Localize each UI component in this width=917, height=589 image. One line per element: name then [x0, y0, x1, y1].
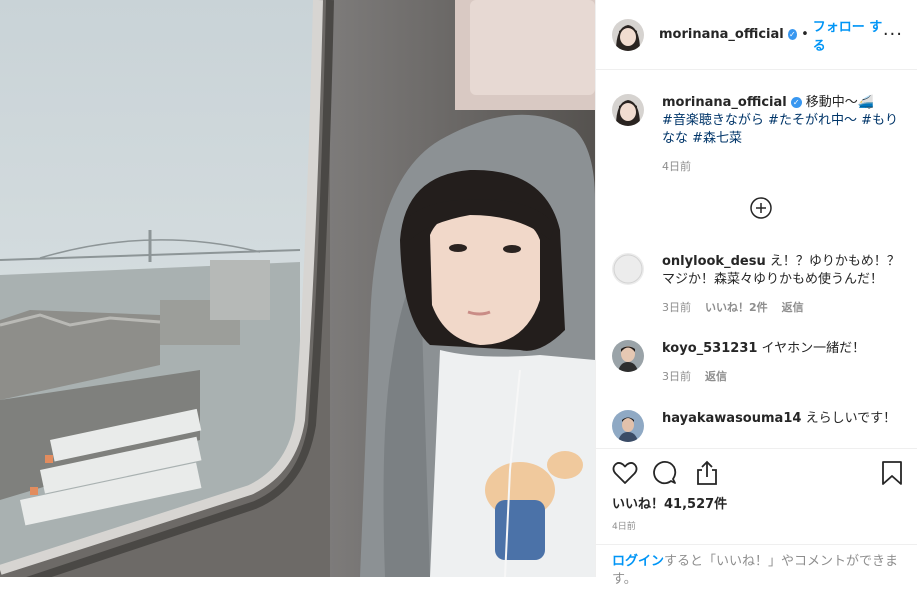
- comment-meta: 3日前 返信: [662, 368, 865, 384]
- caption-age[interactable]: 4日前: [662, 158, 909, 174]
- plus-circle-icon[interactable]: [750, 197, 772, 219]
- reply-button[interactable]: 返信: [782, 301, 804, 314]
- more-options-icon[interactable]: ···: [883, 24, 903, 45]
- avatar-image: [612, 94, 644, 126]
- comment-meta: 3日前 いいね！2件 返信: [662, 299, 909, 315]
- comment-text: onlylook_desu え！？ゆりかもめ！？マジか！森菜々ゆりかもめ使うんだ…: [662, 253, 909, 289]
- comment-text: koyo_531231 イヤホン一緒だ！: [662, 340, 865, 358]
- comments-section: morinana_official ✓ 移動中〜🚄 #音楽聴きながら #たそがれ中〜…: [596, 70, 917, 448]
- avatar[interactable]: [612, 18, 644, 51]
- action-icons: [612, 459, 903, 487]
- heart-icon[interactable]: [612, 461, 638, 485]
- hashtag-link[interactable]: #たそがれ中〜: [768, 113, 857, 128]
- comment-icon[interactable]: [652, 460, 678, 486]
- post-photo[interactable]: [0, 0, 595, 577]
- login-link[interactable]: ログイン: [612, 554, 664, 569]
- reply-button[interactable]: 返信: [705, 370, 727, 383]
- avatar[interactable]: [612, 94, 644, 126]
- comment-age[interactable]: 3日前: [662, 301, 691, 314]
- caption-text: morinana_official ✓ 移動中〜🚄 #音楽聴きながら #たそがれ中〜…: [662, 94, 909, 148]
- comment-username[interactable]: hayakawasouma14: [662, 411, 801, 426]
- comment-body: onlylook_desu え！？ゆりかもめ！？マジか！森菜々ゆりかもめ使うんだ…: [662, 253, 909, 315]
- comment-text: hayakawasouma14 えらしいです！: [662, 410, 896, 428]
- avatar[interactable]: [612, 253, 644, 285]
- comment-item: hayakawasouma14 えらしいです！: [612, 410, 909, 442]
- bookmark-icon[interactable]: [881, 460, 903, 486]
- hashtag-link[interactable]: #音楽聴きながら: [662, 113, 764, 128]
- comment-body: hayakawasouma14 えらしいです！: [662, 410, 896, 442]
- comment-message: えらしいです！: [805, 411, 897, 426]
- comment-item: koyo_531231 イヤホン一緒だ！ 3日前 返信: [612, 340, 909, 384]
- comment-item: onlylook_desu え！？ゆりかもめ！？マジか！森菜々ゆりかもめ使うんだ…: [612, 253, 909, 315]
- avatar-image: [612, 340, 644, 372]
- caption-username[interactable]: morinana_official: [662, 95, 787, 110]
- post-date[interactable]: 4日前: [612, 519, 636, 532]
- photo-illustration: [0, 0, 595, 577]
- comment-username[interactable]: onlylook_desu: [662, 254, 766, 269]
- caption-body: morinana_official ✓ 移動中〜🚄 #音楽聴きながら #たそがれ中〜…: [662, 94, 909, 174]
- post-header: morinana_official ✓ • フォロー する ···: [596, 0, 917, 70]
- follow-button[interactable]: フォロー する: [813, 16, 883, 54]
- avatar[interactable]: [612, 340, 644, 372]
- comment-username[interactable]: koyo_531231: [662, 341, 757, 356]
- share-icon[interactable]: [694, 460, 720, 486]
- avatar-image: [612, 410, 644, 442]
- verified-badge-icon: ✓: [790, 97, 802, 108]
- likes-count[interactable]: いいね！41,527件: [612, 493, 727, 512]
- verified-badge-icon: ✓: [787, 29, 798, 40]
- post-sidebar: morinana_official ✓ • フォロー する ··· morina…: [595, 0, 917, 587]
- hashtag-link[interactable]: #森七菜: [692, 131, 742, 146]
- avatar[interactable]: [612, 410, 644, 442]
- post-actions: いいね！41,527件 4日前 ログインすると「いいね！」やコメントができます。: [596, 448, 917, 587]
- comment-likes[interactable]: いいね！2件: [705, 301, 768, 314]
- avatar-image: [612, 18, 644, 51]
- comment-message: イヤホン一緒だ！: [761, 341, 866, 356]
- default-avatar-icon: [612, 253, 644, 285]
- comment-age[interactable]: 3日前: [662, 370, 691, 383]
- caption-row: morinana_official ✓ 移動中〜🚄 #音楽聴きながら #たそがれ中〜…: [612, 94, 909, 174]
- separator-dot: •: [801, 27, 809, 42]
- post-author-username[interactable]: morinana_official: [659, 27, 784, 42]
- login-prompt: ログインすると「いいね！」やコメントができます。: [596, 544, 917, 589]
- comment-body: koyo_531231 イヤホン一緒だ！ 3日前 返信: [662, 340, 865, 384]
- caption-message: 移動中〜🚄: [805, 95, 874, 110]
